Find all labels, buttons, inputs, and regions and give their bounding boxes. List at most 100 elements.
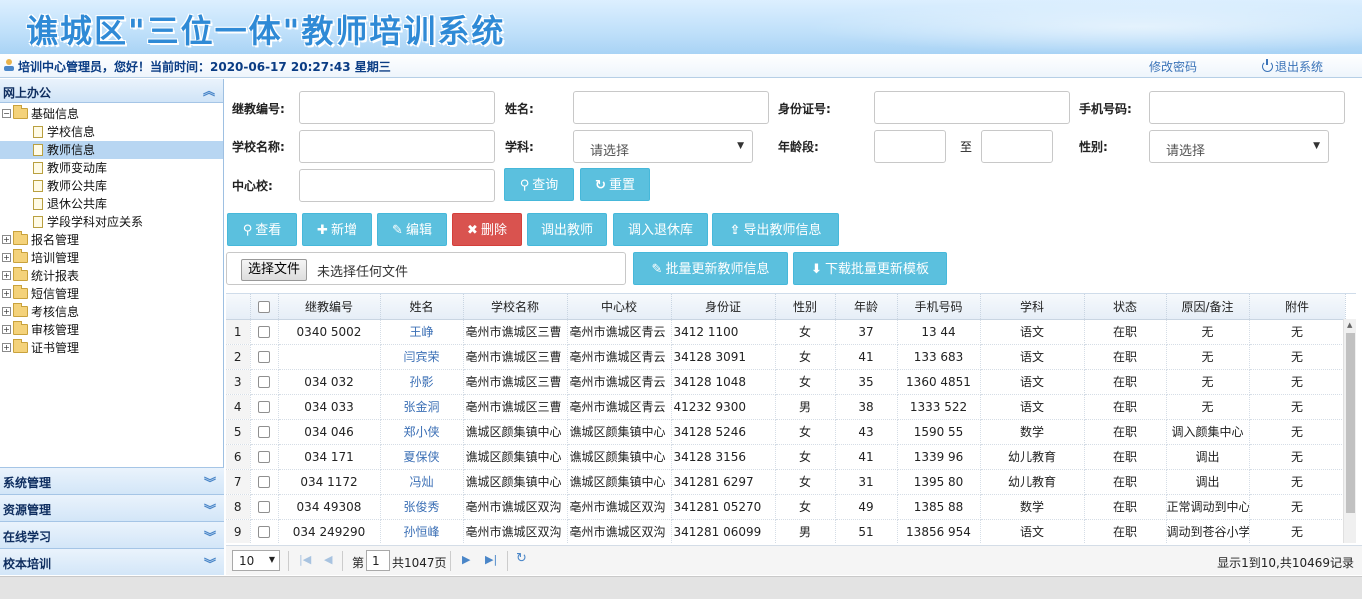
column-header[interactable]: 附件: [1249, 294, 1346, 320]
next-page-icon[interactable]: ▶: [462, 553, 470, 566]
row-checkbox[interactable]: [258, 401, 270, 413]
expand-icon[interactable]: +: [2, 253, 11, 262]
sidebar-item[interactable]: − 基础信息: [0, 105, 223, 123]
batch-update-button[interactable]: ✎ 批量更新教师信息: [633, 252, 788, 285]
cell-name[interactable]: 孙恒峰: [380, 519, 464, 543]
sidebar-item[interactable]: 学段学科对应关系: [0, 213, 223, 231]
table-row[interactable]: 2 闫宾荣 亳州市谯城区三曹 亳州市谯城区青云 34128 3091 女 41 133 683…: [226, 344, 1346, 370]
age-from-input[interactable]: [874, 130, 946, 163]
to-retire-button[interactable]: 调入退休库: [613, 213, 708, 246]
row-checkbox[interactable]: [258, 326, 270, 338]
table-row[interactable]: 1 0340 5002 王峥 亳州市谯城区三曹 亳州市谯城区青云 3412 1100 女 37…: [226, 319, 1346, 345]
change-password-link[interactable]: 修改密码: [1149, 58, 1197, 75]
row-checkbox[interactable]: [258, 426, 270, 438]
search-button[interactable]: ⚲ 查询: [504, 168, 574, 201]
school-input[interactable]: [299, 130, 495, 163]
page-number-input[interactable]: 1: [366, 550, 390, 571]
edit-button[interactable]: ✎ 编辑: [377, 213, 447, 246]
row-checkbox[interactable]: [258, 526, 270, 538]
table-row[interactable]: 9 034 249290 孙恒峰 亳州市谯城区双沟 亳州市谯城区双沟 341281 060…: [226, 519, 1346, 543]
sidebar-panel[interactable]: 资源管理 ︾: [0, 494, 224, 521]
cell-name[interactable]: 闫宾荣: [380, 344, 464, 370]
file-upload-field[interactable]: 选择文件 未选择任何文件: [226, 252, 626, 285]
table-row[interactable]: 4 034 033 张金洞 亳州市谯城区三曹 亳州市谯城区青云 41232 9300 男 38…: [226, 394, 1346, 420]
scroll-up-icon[interactable]: ▲: [1347, 321, 1352, 329]
id-input[interactable]: [874, 91, 1070, 124]
column-header[interactable]: 继教编号: [278, 294, 381, 320]
last-page-icon[interactable]: ▶|: [485, 553, 497, 566]
expand-icon[interactable]: +: [2, 235, 11, 244]
sidebar-panel[interactable]: 在线学习 ︾: [0, 521, 224, 548]
expand-icon[interactable]: +: [2, 343, 11, 352]
sidebar-item[interactable]: + 报名管理: [0, 231, 223, 249]
collapse-icon[interactable]: −: [2, 109, 11, 118]
view-button[interactable]: ⚲ 查看: [227, 213, 297, 246]
export-button[interactable]: ⇪ 导出教师信息: [712, 213, 839, 246]
table-row[interactable]: 5 034 046 郑小侠 谯城区颜集镇中心 谯城区颜集镇中心 34128 5246 女 43…: [226, 419, 1346, 445]
column-header[interactable]: 手机号码: [897, 294, 981, 320]
chevron-down-icon[interactable]: ︾: [204, 528, 216, 545]
column-header[interactable]: 学校名称: [463, 294, 568, 320]
table-row[interactable]: 7 034 1172 冯灿 谯城区颜集镇中心 谯城区颜集镇中心 341281 6297 女 3…: [226, 469, 1346, 495]
row-checkbox[interactable]: [258, 376, 270, 388]
sidebar-panel-office[interactable]: 网上办公 ︽: [0, 79, 223, 103]
sidebar-item[interactable]: 教师公共库: [0, 177, 223, 195]
sidebar-item[interactable]: 教师信息: [0, 141, 223, 159]
table-row[interactable]: 8 034 49308 张俊秀 亳州市谯城区双沟 亳州市谯城区双沟 341281 0527…: [226, 494, 1346, 520]
sidebar-panel[interactable]: 系统管理 ︾: [0, 467, 224, 494]
column-header[interactable]: 原因/备注: [1166, 294, 1250, 320]
sidebar-item[interactable]: + 统计报表: [0, 267, 223, 285]
choose-file-button[interactable]: 选择文件: [241, 259, 308, 281]
sidebar-item[interactable]: + 审核管理: [0, 321, 223, 339]
download-template-button[interactable]: ⬇ 下载批量更新模板: [793, 252, 947, 285]
row-checkbox[interactable]: [258, 351, 270, 363]
column-header[interactable]: 状态: [1084, 294, 1167, 320]
subject-select[interactable]: 请选择 ▼: [573, 130, 753, 163]
transfer-out-button[interactable]: 调出教师: [527, 213, 607, 246]
table-row[interactable]: 3 034 032 孙影 亳州市谯城区三曹 亳州市谯城区青云 34128 1048 女 35 1…: [226, 369, 1346, 395]
scrollbar-thumb[interactable]: [1346, 333, 1355, 513]
column-header[interactable]: 姓名: [380, 294, 464, 320]
column-header[interactable]: 学科: [980, 294, 1085, 320]
phone-input[interactable]: [1149, 91, 1345, 124]
sidebar-item[interactable]: + 考核信息: [0, 303, 223, 321]
expand-icon[interactable]: +: [2, 325, 11, 334]
sidebar-item[interactable]: + 证书管理: [0, 339, 223, 357]
sidebar-item[interactable]: 教师变动库: [0, 159, 223, 177]
gender-select[interactable]: 请选择 ▼: [1149, 130, 1329, 163]
column-header[interactable]: 性别: [775, 294, 836, 320]
sidebar-item[interactable]: + 短信管理: [0, 285, 223, 303]
delete-button[interactable]: ✖ 删除: [452, 213, 522, 246]
chevron-down-icon[interactable]: ︾: [204, 555, 216, 572]
add-button[interactable]: ✚ 新增: [302, 213, 372, 246]
sidebar-panel[interactable]: 校本培训 ︾: [0, 548, 224, 575]
cell-name[interactable]: 冯灿: [380, 469, 464, 495]
center-input[interactable]: [299, 169, 495, 202]
column-header[interactable]: 年龄: [835, 294, 898, 320]
reset-button[interactable]: ↻ 重置: [580, 168, 650, 201]
cell-name[interactable]: 孙影: [380, 369, 464, 395]
cell-name[interactable]: 张金洞: [380, 394, 464, 420]
jixu-input[interactable]: [299, 91, 495, 124]
column-header[interactable]: 中心校: [567, 294, 672, 320]
chevron-up-icon[interactable]: ︽: [203, 82, 215, 99]
chevron-down-icon[interactable]: ︾: [204, 501, 216, 518]
expand-icon[interactable]: +: [2, 307, 11, 316]
cell-name[interactable]: 夏保侠: [380, 444, 464, 470]
expand-icon[interactable]: +: [2, 289, 11, 298]
logout-link[interactable]: 退出系统: [1262, 58, 1323, 75]
age-to-input[interactable]: [981, 130, 1053, 163]
name-input[interactable]: [573, 91, 769, 124]
cell-name[interactable]: 王峥: [380, 319, 464, 345]
sidebar-item[interactable]: 学校信息: [0, 123, 223, 141]
sidebar-item[interactable]: 退休公共库: [0, 195, 223, 213]
vertical-scrollbar[interactable]: ▲: [1343, 319, 1356, 543]
column-header[interactable]: 身份证: [671, 294, 776, 320]
row-checkbox[interactable]: [258, 476, 270, 488]
table-row[interactable]: 6 034 171 夏保侠 谯城区颜集镇中心 谯城区颜集镇中心 34128 3156 女 41…: [226, 444, 1346, 470]
expand-icon[interactable]: +: [2, 271, 11, 280]
chevron-down-icon[interactable]: ︾: [204, 474, 216, 491]
select-all-checkbox[interactable]: [258, 300, 270, 313]
cell-name[interactable]: 郑小侠: [380, 419, 464, 445]
page-size-select[interactable]: 10 ▼: [232, 550, 280, 571]
